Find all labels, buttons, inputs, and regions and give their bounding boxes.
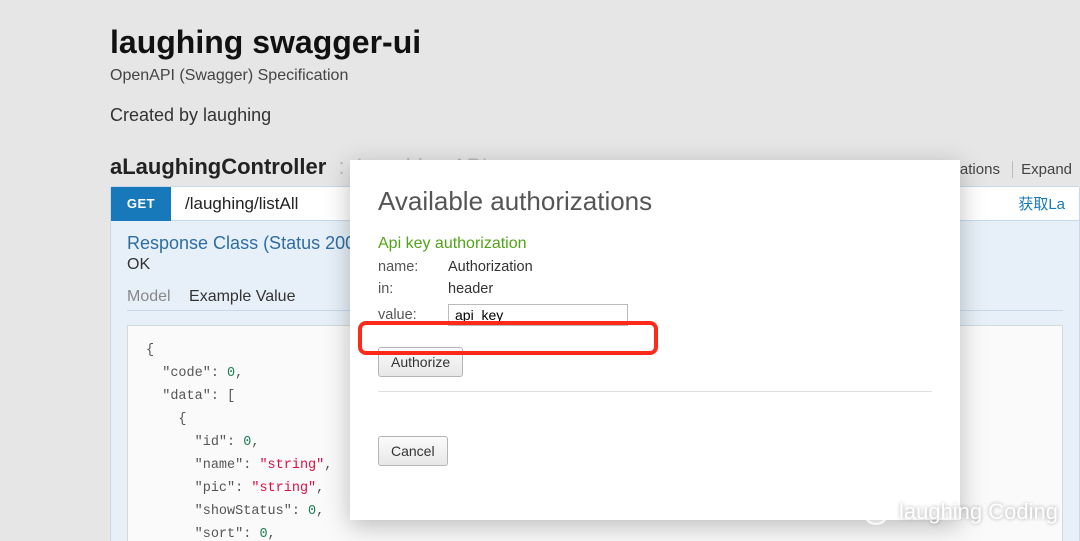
- auth-in-label: in:: [378, 281, 448, 297]
- link-expand[interactable]: Expand: [1012, 161, 1080, 178]
- operation-title: 获取La: [1018, 193, 1079, 214]
- authorizations-dialog: Available authorizations Api key authori…: [350, 160, 960, 520]
- auth-name-value: Authorization: [448, 259, 533, 275]
- authorize-button[interactable]: Authorize: [378, 347, 463, 377]
- auth-value-input[interactable]: [448, 304, 628, 326]
- tab-model[interactable]: Model: [127, 288, 171, 305]
- auth-name-row: name: Authorization: [378, 259, 932, 275]
- tab-example-value[interactable]: Example Value: [189, 288, 295, 305]
- auth-in-value: header: [448, 281, 493, 297]
- created-by: Created by laughing: [110, 105, 1080, 126]
- dialog-title: Available authorizations: [378, 186, 932, 217]
- controller-separator: :: [332, 154, 350, 179]
- page-title: laughing swagger-ui: [110, 24, 1080, 61]
- controller-name[interactable]: aLaughingController: [110, 154, 326, 179]
- auth-name-label: name:: [378, 259, 448, 275]
- api-key-auth-heading: Api key authorization: [378, 235, 932, 253]
- auth-value-row: value:: [378, 303, 628, 327]
- spec-label: OpenAPI (Swagger) Specification: [110, 67, 1080, 85]
- auth-in-row: in: header: [378, 281, 932, 297]
- http-method-badge: GET: [111, 187, 171, 221]
- auth-value-label: value:: [378, 307, 448, 323]
- cancel-button[interactable]: Cancel: [378, 436, 448, 466]
